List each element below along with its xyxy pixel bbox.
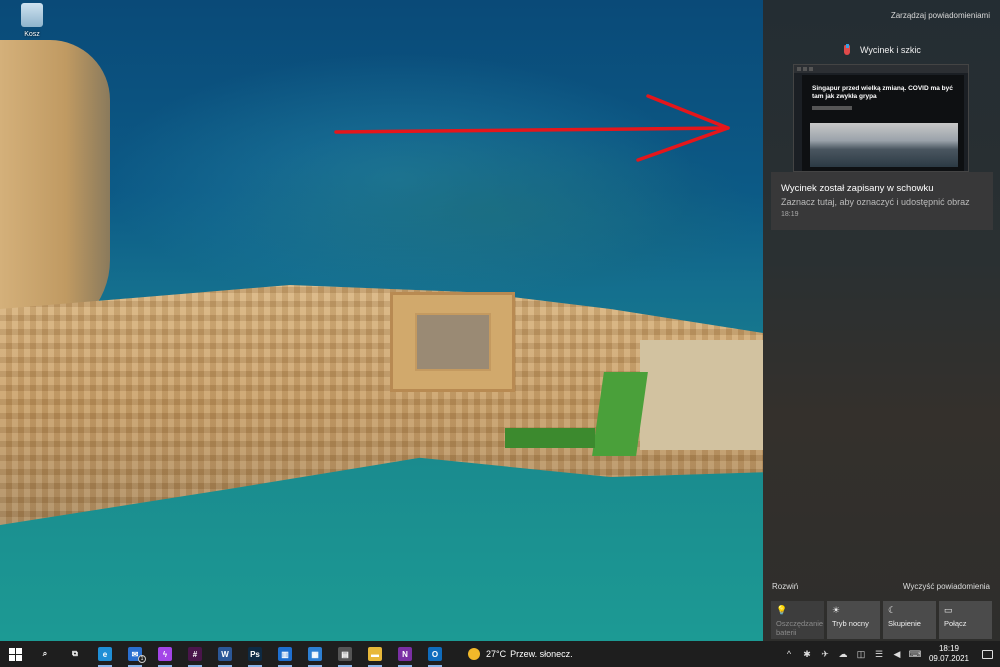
outlook-app[interactable]: O	[420, 641, 450, 667]
notification-toast[interactable]: Wycinek został zapisany w schowku Zaznac…	[771, 172, 993, 230]
messenger-app-icon: ϟ	[158, 647, 172, 661]
edge-app-icon: e	[98, 647, 112, 661]
manage-notifications-link[interactable]: Zarządzaj powiadomieniami	[891, 11, 990, 20]
tray-icon[interactable]: ^	[780, 641, 798, 667]
quick-action-icon: ☾	[888, 605, 897, 615]
system-tray: ^ ✱ ✈ ☁ ◫ ☰ ◀ ⌨ 18:19 09.07.2021	[780, 641, 1000, 667]
windows-logo-icon	[8, 647, 22, 661]
photoshop-app-icon: Ps	[248, 647, 262, 661]
clock-date: 09.07.2021	[928, 654, 970, 663]
quick-action-tile[interactable]: 💡 Oszczędzanie baterii	[771, 601, 824, 639]
notification-app-name: Wycinek i szkic	[860, 45, 921, 55]
notification-body: Zaznacz tutaj, aby oznaczyć i udostępnić…	[781, 197, 970, 207]
onenote-app[interactable]: N	[390, 641, 420, 667]
notification-title: Wycinek został zapisany w schowku	[781, 183, 934, 194]
thumbnail-browser-bar	[794, 65, 968, 73]
quick-action-label: Oszczędzanie baterii	[776, 619, 824, 637]
trello-app-icon: ▥	[278, 647, 292, 661]
tray-icon[interactable]: ☁	[834, 641, 852, 667]
tray-icon[interactable]: ✈	[816, 641, 834, 667]
photoshop-app[interactable]: Ps	[240, 641, 270, 667]
thumbnail-headline: Singapur przed wielką zmianą. COVID ma b…	[812, 85, 953, 101]
file-explorer-app-icon: ▬	[368, 647, 382, 661]
outlook-app-icon: O	[428, 647, 442, 661]
quick-action-label: Tryb nocny	[832, 619, 869, 628]
task-view-button[interactable]: ⧉	[60, 641, 90, 667]
quick-action-icon: 💡	[776, 605, 788, 615]
clock-time: 18:19	[938, 644, 960, 654]
notification-thumbnail[interactable]: Singapur przed wielką zmianą. COVID ma b…	[793, 64, 969, 172]
search-button[interactable]: ⌕	[30, 641, 60, 667]
word-app-icon: W	[218, 647, 232, 661]
snip-sketch-icon	[841, 44, 853, 56]
action-center-button[interactable]	[974, 641, 1000, 667]
edge-app[interactable]: e	[90, 641, 120, 667]
fortress-building	[390, 292, 515, 392]
quick-action-tile[interactable]: ☾ Skupienie	[883, 601, 936, 639]
clock[interactable]: 18:19 09.07.2021	[924, 644, 974, 663]
start-button[interactable]	[0, 641, 30, 667]
thumbnail-meta	[812, 106, 852, 111]
notification-app-header: Wycinek i szkic	[841, 44, 921, 56]
quick-action-tile[interactable]: ▭ Połącz	[939, 601, 992, 639]
weather-desc: Przew. słonecz.	[510, 649, 573, 659]
mail-badge: 1	[138, 655, 146, 663]
notification-bubble-icon	[981, 649, 993, 659]
task-view-button-icon: ⧉	[72, 649, 78, 658]
red-arrow-annotation	[334, 94, 730, 162]
onenote-app-icon: N	[398, 647, 412, 661]
calculator-app-icon: ▤	[338, 647, 352, 661]
slack-app-icon: #	[188, 647, 202, 661]
thumbnail-photo	[810, 123, 958, 167]
file-explorer-app[interactable]: ▬	[360, 641, 390, 667]
fort-walls	[640, 340, 763, 450]
photos-app[interactable]: ▦	[300, 641, 330, 667]
sun-icon	[468, 648, 480, 660]
messenger-app[interactable]: ϟ	[150, 641, 180, 667]
word-app[interactable]: W	[210, 641, 240, 667]
calculator-app[interactable]: ▤	[330, 641, 360, 667]
quick-action-label: Połącz	[944, 619, 967, 628]
slack-app[interactable]: #	[180, 641, 210, 667]
tray-icon[interactable]: ⌨	[906, 641, 924, 667]
quick-action-icon: ☀	[832, 605, 841, 615]
taskbar: ⌕ ⧉ e ✉ 1 ϟ # W Ps ▥ ▦ ▤ ▬ N O 27°C Przew. słonecz. ^ ✱…	[0, 641, 1000, 667]
search-button-icon: ⌕	[42, 649, 48, 658]
quick-action-icon: ▭	[944, 605, 953, 615]
expand-button[interactable]: Rozwiń	[772, 582, 798, 591]
photos-app-icon: ▦	[308, 647, 322, 661]
tray-icon[interactable]: ✱	[798, 641, 816, 667]
mail-app[interactable]: ✉ 1	[120, 641, 150, 667]
tray-icon[interactable]: ◫	[852, 641, 870, 667]
tray-icon[interactable]: ☰	[870, 641, 888, 667]
clear-notifications-button[interactable]: Wyczyść powiadomienia	[903, 582, 990, 591]
tray-icon[interactable]: ◀	[888, 641, 906, 667]
green-lawn-2	[505, 428, 595, 448]
trello-app[interactable]: ▥	[270, 641, 300, 667]
quick-action-tile[interactable]: ☀ Tryb nocny	[827, 601, 880, 639]
thumbnail-page: Singapur przed wielką zmianą. COVID ma b…	[802, 75, 964, 171]
notification-time: 18:19	[781, 211, 799, 218]
weather-temp: 27°C	[486, 649, 507, 659]
quick-actions: 💡 Oszczędzanie baterii ☀ Tryb nocny ☾ Skupien…	[771, 601, 992, 639]
weather-widget[interactable]: 27°C Przew. słonecz.	[468, 648, 573, 660]
quick-action-label: Skupienie	[888, 619, 921, 628]
